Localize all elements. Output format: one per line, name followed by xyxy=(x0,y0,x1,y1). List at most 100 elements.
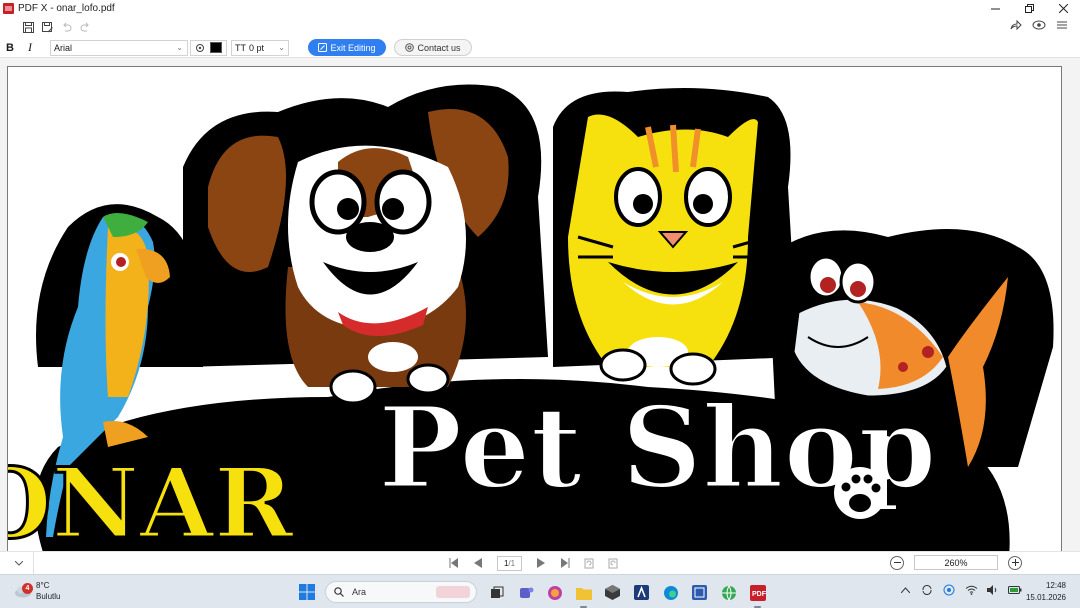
search-placeholder: Ara xyxy=(352,587,367,597)
stroke-size-select[interactable]: TT 0 pt ⌄ xyxy=(231,39,289,56)
last-page-button[interactable] xyxy=(556,555,574,571)
exit-editing-label: Exit Editing xyxy=(330,42,376,53)
edge-icon[interactable] xyxy=(660,582,681,603)
qat-right-group xyxy=(1010,19,1068,31)
pdf-x-logo-icon xyxy=(3,3,14,14)
search-highlight-icon xyxy=(436,586,470,598)
rotate-right-icon xyxy=(608,558,618,568)
pdf-x-taskbar-icon[interactable]: PDF xyxy=(747,582,768,608)
italic-button[interactable]: I xyxy=(28,40,40,55)
start-button[interactable] xyxy=(299,584,315,600)
close-icon xyxy=(1058,4,1068,13)
sync-icon[interactable] xyxy=(920,583,934,597)
quick-access-toolbar xyxy=(0,17,1080,38)
save-as-icon xyxy=(42,22,53,33)
taskbar-clock[interactable]: 12:48 15.01.2026 xyxy=(1022,580,1066,604)
zoom-level-input[interactable]: 260% xyxy=(914,555,998,570)
clock-date: 15.01.2026 xyxy=(1025,593,1066,602)
weather-temp: 8°C xyxy=(36,581,50,590)
first-page-button[interactable] xyxy=(445,555,463,571)
total-pages: /1 xyxy=(508,558,516,568)
bold-button[interactable]: B xyxy=(6,42,18,54)
title-bar: PDF X - onar_lofo.pdf xyxy=(0,0,1080,17)
app-globe-icon[interactable] xyxy=(718,582,739,603)
app-p-icon[interactable] xyxy=(689,582,710,603)
restore-button[interactable] xyxy=(1012,0,1046,17)
minus-icon xyxy=(893,562,901,563)
edit-toolbar: B I Arial ⌄ TT 0 pt ⌄ Exit Editing Conta… xyxy=(0,38,1080,58)
page-number-input[interactable]: 1 /1 xyxy=(497,555,522,571)
stroke-size-value: 0 pt xyxy=(249,42,265,53)
menu-icon[interactable] xyxy=(1056,19,1068,31)
window-controls xyxy=(978,0,1080,17)
svg-text:PDF: PDF xyxy=(752,591,766,598)
pet-shop-logo-artwork: ONAR Pet Shop xyxy=(8,84,1054,551)
share-icon[interactable] xyxy=(1010,19,1022,31)
undo-icon xyxy=(63,22,72,32)
show-hidden-icons[interactable] xyxy=(898,583,912,597)
meet-now-icon[interactable] xyxy=(942,583,956,597)
logo-text-onar: ONAR xyxy=(8,447,295,551)
battery-icon[interactable] xyxy=(1008,583,1022,597)
app-a-icon[interactable] xyxy=(631,582,652,603)
page-navigation: 1 /1 xyxy=(445,555,622,571)
chevron-down-icon xyxy=(14,560,23,566)
status-bar: 1 /1 260% xyxy=(0,551,1080,574)
close-button[interactable] xyxy=(1046,0,1080,17)
volume-icon[interactable] xyxy=(986,583,1000,597)
plus-icon xyxy=(1011,559,1019,566)
weather-desc: Bulutlu xyxy=(36,592,61,601)
edit-icon xyxy=(318,43,328,52)
window-title: PDF X - onar_lofo.pdf xyxy=(18,3,115,14)
read-mode-icon[interactable] xyxy=(1032,19,1046,31)
taskbar-search[interactable]: Ara xyxy=(325,581,477,603)
minimize-icon xyxy=(990,8,1000,10)
toggle-sidebar-button[interactable] xyxy=(4,552,34,574)
undo-button[interactable] xyxy=(58,19,75,36)
minimize-button[interactable] xyxy=(978,0,1012,17)
color-swatch xyxy=(210,42,222,53)
windows-taskbar: 4 8°C Bulutlu Ara PDF 12:48 15.01.2026 xyxy=(0,574,1080,608)
last-page-icon xyxy=(561,558,570,568)
app-cube-icon[interactable] xyxy=(602,582,623,603)
restore-icon xyxy=(1024,4,1034,13)
weather-widget[interactable]: 4 8°C Bulutlu xyxy=(14,580,60,602)
next-page-icon xyxy=(537,558,545,568)
exit-editing-button[interactable]: Exit Editing xyxy=(308,39,386,56)
fill-color-icon xyxy=(196,43,204,52)
text-size-icon: TT xyxy=(235,42,246,53)
weather-alert-badge: 4 xyxy=(22,583,33,594)
rotate-left-button[interactable] xyxy=(580,555,598,571)
redo-button[interactable] xyxy=(77,19,94,36)
clock-time: 12:48 xyxy=(1045,581,1066,590)
system-tray xyxy=(898,583,1022,597)
wifi-icon[interactable] xyxy=(964,583,978,597)
chevron-down-icon: ⌄ xyxy=(176,42,183,52)
save-button[interactable] xyxy=(20,19,37,36)
weather-info: 8°C Bulutlu xyxy=(36,580,60,602)
document-viewport[interactable]: ONAR Pet Shop xyxy=(0,59,1080,551)
save-as-button[interactable] xyxy=(39,19,56,36)
zoom-controls: 260% xyxy=(890,555,1022,570)
file-explorer-icon[interactable] xyxy=(573,582,594,608)
font-family-value: Arial xyxy=(54,42,73,53)
redo-icon xyxy=(80,22,89,32)
pdf-page[interactable]: ONAR Pet Shop xyxy=(7,66,1062,551)
previous-page-button[interactable] xyxy=(469,555,487,571)
rotate-right-button[interactable] xyxy=(604,555,622,571)
zoom-out-button[interactable] xyxy=(890,555,904,570)
chevron-down-icon: ⌄ xyxy=(278,42,285,52)
task-view-icon[interactable] xyxy=(486,582,507,603)
support-icon xyxy=(405,43,415,52)
rotate-left-icon xyxy=(584,558,594,568)
previous-page-icon xyxy=(474,558,482,568)
teams-icon[interactable] xyxy=(515,582,536,603)
font-family-select[interactable]: Arial ⌄ xyxy=(50,39,188,56)
next-page-button[interactable] xyxy=(532,555,550,571)
copilot-icon[interactable] xyxy=(544,582,565,603)
contact-us-button[interactable]: Contact us xyxy=(394,39,472,56)
zoom-in-button[interactable] xyxy=(1008,555,1022,570)
contact-us-label: Contact us xyxy=(417,42,461,53)
text-color-picker[interactable] xyxy=(190,39,227,56)
save-icon xyxy=(23,22,34,33)
